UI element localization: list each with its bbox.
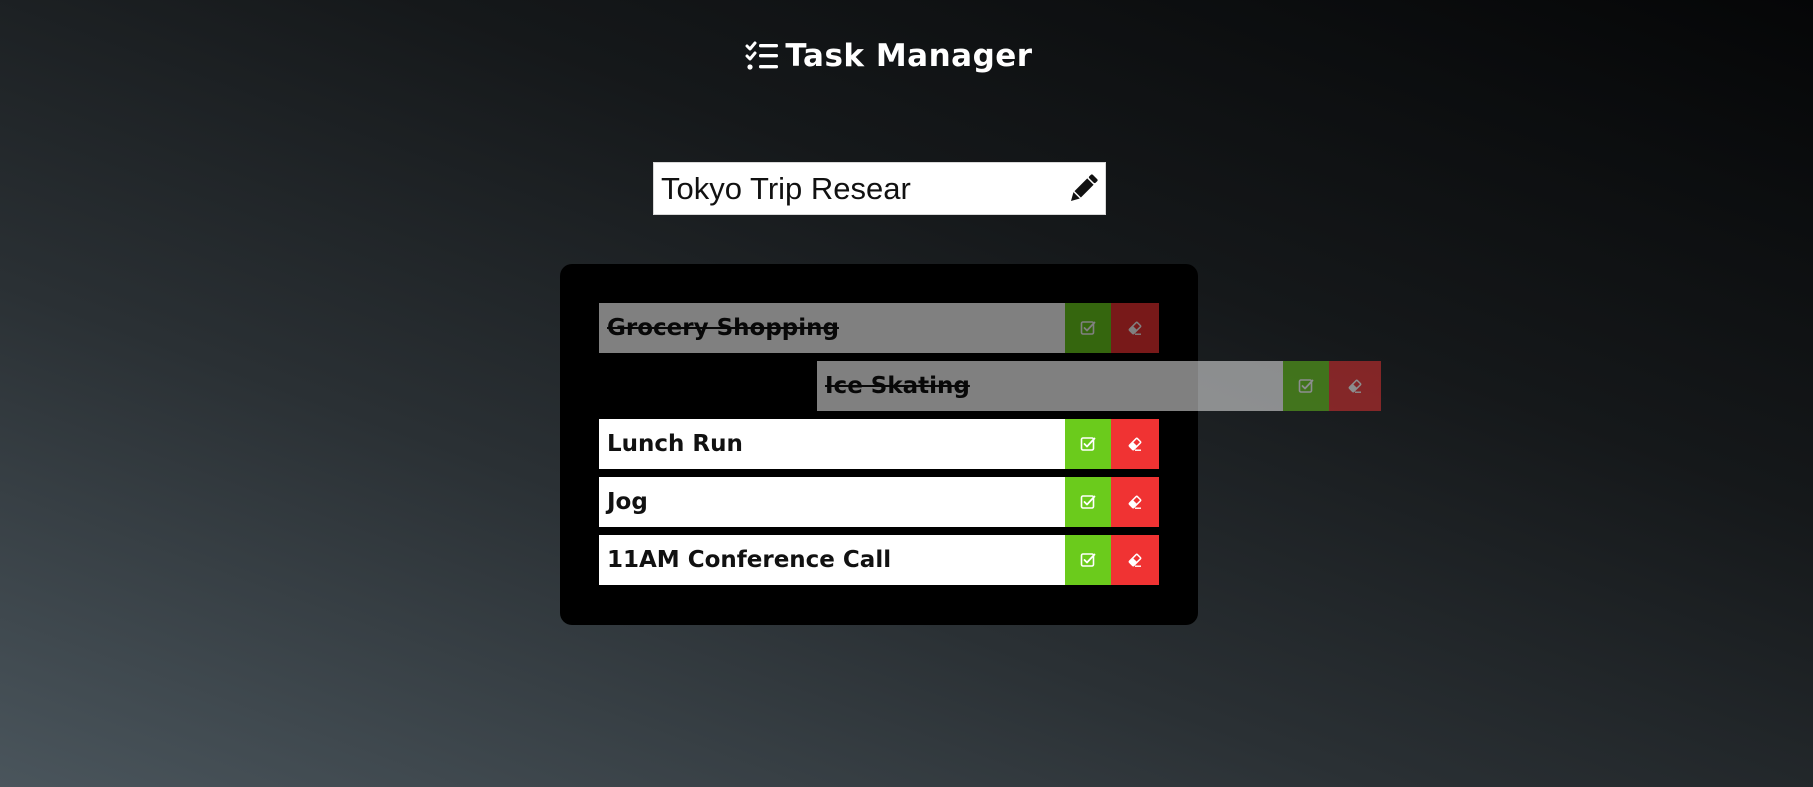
eraser-icon [1128,437,1142,451]
complete-button[interactable] [1065,303,1111,353]
task-input-group [653,162,1106,215]
eraser-icon [1128,321,1142,335]
complete-button[interactable] [1065,535,1111,585]
check-square-icon [1080,437,1096,451]
add-task-button[interactable] [1060,163,1105,214]
eraser-icon [1348,379,1362,393]
todo-item: 11AM Conference Call [599,535,1159,585]
list-check-icon [745,40,779,72]
pencil-icon [1070,173,1098,201]
check-square-icon [1080,553,1096,567]
eraser-icon [1128,495,1142,509]
todo-text: Lunch Run [599,419,1065,469]
todo-list: Grocery Shopping Ice Skating Lunch Run J… [560,264,1381,625]
complete-button[interactable] [1065,419,1111,469]
check-square-icon [1080,495,1096,509]
check-square-icon [1080,321,1096,335]
complete-button[interactable] [1065,477,1111,527]
todo-item: Lunch Run [599,419,1159,469]
todo-text: Grocery Shopping [599,303,1065,353]
delete-button[interactable] [1111,419,1159,469]
check-square-icon [1298,379,1314,393]
app-header: Task Manager [0,34,1813,78]
task-input[interactable] [654,163,1060,214]
complete-button[interactable] [1283,361,1329,411]
delete-button[interactable] [1111,535,1159,585]
todo-item: Jog [599,477,1159,527]
eraser-icon [1128,553,1142,567]
delete-button[interactable] [1111,477,1159,527]
todo-text: 11AM Conference Call [599,535,1065,585]
delete-button[interactable] [1329,361,1381,411]
todo-item: Ice Skating [817,361,1381,411]
todo-text: Jog [599,477,1065,527]
todo-text: Ice Skating [817,361,1283,411]
delete-button[interactable] [1111,303,1159,353]
app-title: Task Manager [785,38,1033,74]
todo-item: Grocery Shopping [599,303,1159,353]
